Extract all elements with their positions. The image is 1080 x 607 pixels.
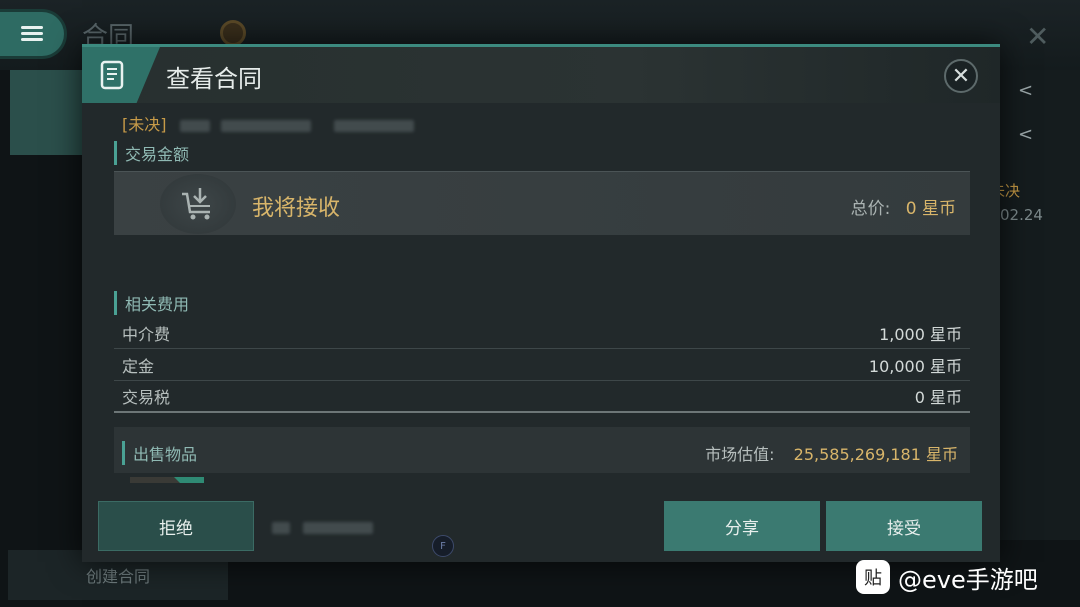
- close-icon: ✕: [951, 63, 971, 89]
- watermark-text: @eve手游吧: [898, 565, 1038, 594]
- fee-name: 交易税: [122, 388, 171, 407]
- fee-row-deposit: 定金 10,000 星币: [114, 349, 970, 381]
- dialog-title: 查看合同: [166, 65, 262, 93]
- fee-row-broker: 中介费 1,000 星币: [114, 317, 970, 349]
- menu-icon: [21, 26, 43, 42]
- total-price-value: 0 星币: [905, 199, 956, 219]
- receive-panel: 我将接收 总价: 0 星币: [114, 171, 970, 235]
- fee-row-tax: 交易税 0 星币: [114, 381, 970, 413]
- close-button[interactable]: ✕: [944, 59, 978, 93]
- view-contract-dialog: 查看合同 ✕ [未决] 交易金额 我将接收 总价: 0 星币 相关费用 中介费 …: [82, 44, 1000, 562]
- receive-label: 我将接收: [252, 196, 341, 221]
- contract-status-row: [未决]: [122, 111, 414, 135]
- reject-button[interactable]: 拒绝: [98, 501, 254, 551]
- background-left-tab[interactable]: [10, 70, 82, 155]
- redacted-text: [303, 521, 374, 534]
- market-estimate-label: 市场估值:: [705, 445, 775, 464]
- related-fees-label: 相关费用: [114, 291, 189, 315]
- download-cart-icon: [182, 188, 210, 220]
- coin-icon: [220, 20, 246, 46]
- market-estimate-value: 25,585,269,181 星币: [793, 445, 958, 464]
- redacted-issuer: [272, 517, 374, 536]
- dialog-content[interactable]: [未决] 交易金额 我将接收 总价: 0 星币 相关费用 中介费 1,000 星…: [112, 105, 972, 483]
- background-close-icon[interactable]: ✕: [1026, 20, 1049, 53]
- total-price: 总价: 0 星币: [851, 194, 956, 219]
- items-for-sale-header: 出售物品 市场估值: 25,585,269,181 星币: [114, 427, 970, 473]
- menu-button[interactable]: [0, 12, 64, 56]
- trade-amount-label: 交易金额: [114, 141, 189, 165]
- fee-value: 0 星币: [914, 388, 962, 407]
- chevron-left-icon[interactable]: <: [1018, 80, 1033, 101]
- fee-value: 10,000 星币: [868, 356, 962, 376]
- fee-name: 定金: [122, 356, 155, 376]
- contract-icon: [100, 60, 124, 90]
- header-icon-box: [82, 47, 160, 103]
- redacted-text: [179, 119, 210, 132]
- total-price-label: 总价:: [850, 199, 891, 219]
- receive-icon-backdrop: [160, 174, 236, 234]
- redacted-text: [272, 521, 290, 534]
- scroll-indicator[interactable]: F: [432, 535, 454, 557]
- redacted-text: [333, 119, 414, 132]
- redacted-text: [220, 119, 311, 132]
- fee-name: 中介费: [122, 324, 171, 344]
- watermark: 贴 @eve手游吧: [856, 558, 1038, 596]
- chevron-left-icon[interactable]: <: [1018, 124, 1033, 145]
- item-thumbnail[interactable]: ◇: [130, 477, 204, 483]
- accept-button[interactable]: 接受: [826, 501, 982, 551]
- fee-value: 1,000 星币: [879, 324, 962, 344]
- market-estimate: 市场估值: 25,585,269,181 星币: [705, 441, 958, 465]
- items-for-sale-label: 出售物品: [122, 441, 197, 465]
- status-badge: [未决]: [122, 115, 167, 134]
- diamond-icon: ◇: [191, 480, 200, 483]
- dialog-header: 查看合同 ✕: [82, 47, 1000, 103]
- share-button[interactable]: 分享: [664, 501, 820, 551]
- background-time-text: 02.24: [1000, 206, 1043, 224]
- tieba-logo-icon: 贴: [856, 560, 890, 594]
